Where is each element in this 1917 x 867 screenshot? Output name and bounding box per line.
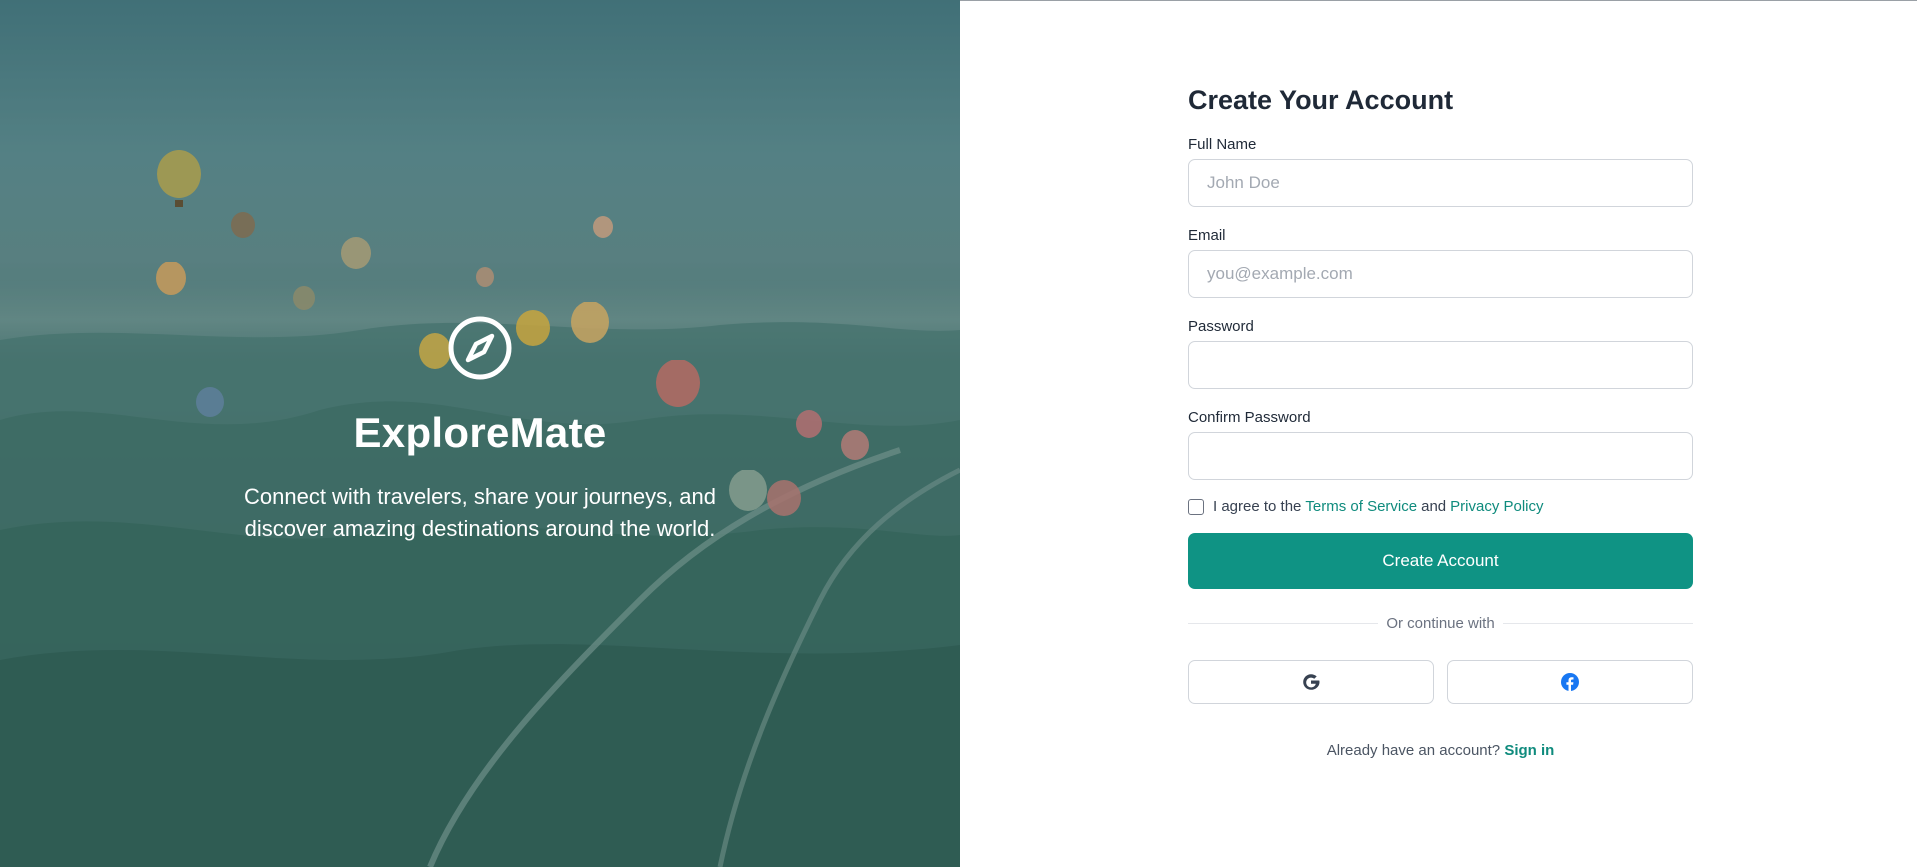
full-name-field-group: Full Name — [1188, 136, 1693, 207]
facebook-icon — [1561, 673, 1579, 691]
confirm-password-field-group: Confirm Password — [1188, 409, 1693, 480]
terms-checkbox[interactable] — [1188, 498, 1204, 515]
social-divider: Or continue with — [1188, 615, 1694, 632]
terms-agreement: I agree to the Terms of Service and Priv… — [1188, 498, 1693, 515]
full-name-input[interactable] — [1188, 159, 1693, 207]
email-input[interactable] — [1188, 250, 1693, 298]
divider-line-right — [1502, 623, 1694, 624]
password-input[interactable] — [1188, 341, 1693, 389]
signin-prompt: Already have an account? Sign in — [1188, 742, 1693, 759]
signup-page: ExploreMate Connect with travelers, shar… — [0, 0, 1917, 867]
brand-name: ExploreMate — [353, 409, 607, 456]
balloon-illustration — [157, 150, 201, 207]
terms-conjunction-text: and — [1421, 498, 1447, 515]
google-icon — [1303, 674, 1320, 690]
password-label: Password — [1188, 318, 1254, 335]
hero-tagline: Connect with travelers, share your journ… — [243, 484, 716, 541]
form-title: Create Your Account — [1188, 85, 1454, 115]
terms-prefix-text: I agree to the — [1213, 498, 1302, 515]
balloon-illustration — [593, 216, 613, 238]
hero-content: ExploreMate Connect with travelers, shar… — [0, 314, 960, 545]
balloon-illustration — [231, 212, 255, 238]
compass-icon — [448, 316, 512, 380]
privacy-policy-link[interactable]: Privacy Policy — [1450, 498, 1543, 515]
divider-line-left — [1188, 623, 1379, 624]
form-panel: Create Your Account Full Name Email Pass… — [960, 0, 1917, 867]
signin-prompt-text: Already have an account? — [1326, 742, 1501, 759]
confirm-password-input[interactable] — [1188, 432, 1693, 480]
balloon-illustration — [341, 237, 371, 269]
balloon-illustration — [156, 262, 186, 295]
hero-panel: ExploreMate Connect with travelers, shar… — [0, 0, 960, 867]
terms-of-service-link[interactable]: Terms of Service — [1305, 498, 1417, 515]
email-label: Email — [1188, 227, 1226, 244]
facebook-signin-button[interactable] — [1447, 660, 1693, 704]
google-signin-button[interactable] — [1188, 660, 1434, 704]
divider-text: Or continue with — [1386, 615, 1495, 632]
full-name-label: Full Name — [1188, 136, 1257, 153]
signup-form: Create Your Account Full Name Email Pass… — [1188, 85, 1694, 759]
social-login-buttons — [1188, 660, 1693, 704]
password-field-group: Password — [1188, 318, 1693, 389]
email-field-group: Email — [1188, 227, 1693, 298]
confirm-password-label: Confirm Password — [1188, 409, 1311, 426]
balloon-illustration — [293, 286, 315, 310]
create-account-button[interactable]: Create Account — [1188, 533, 1693, 589]
signin-link[interactable]: Sign in — [1504, 742, 1554, 759]
balloon-illustration — [476, 267, 494, 287]
